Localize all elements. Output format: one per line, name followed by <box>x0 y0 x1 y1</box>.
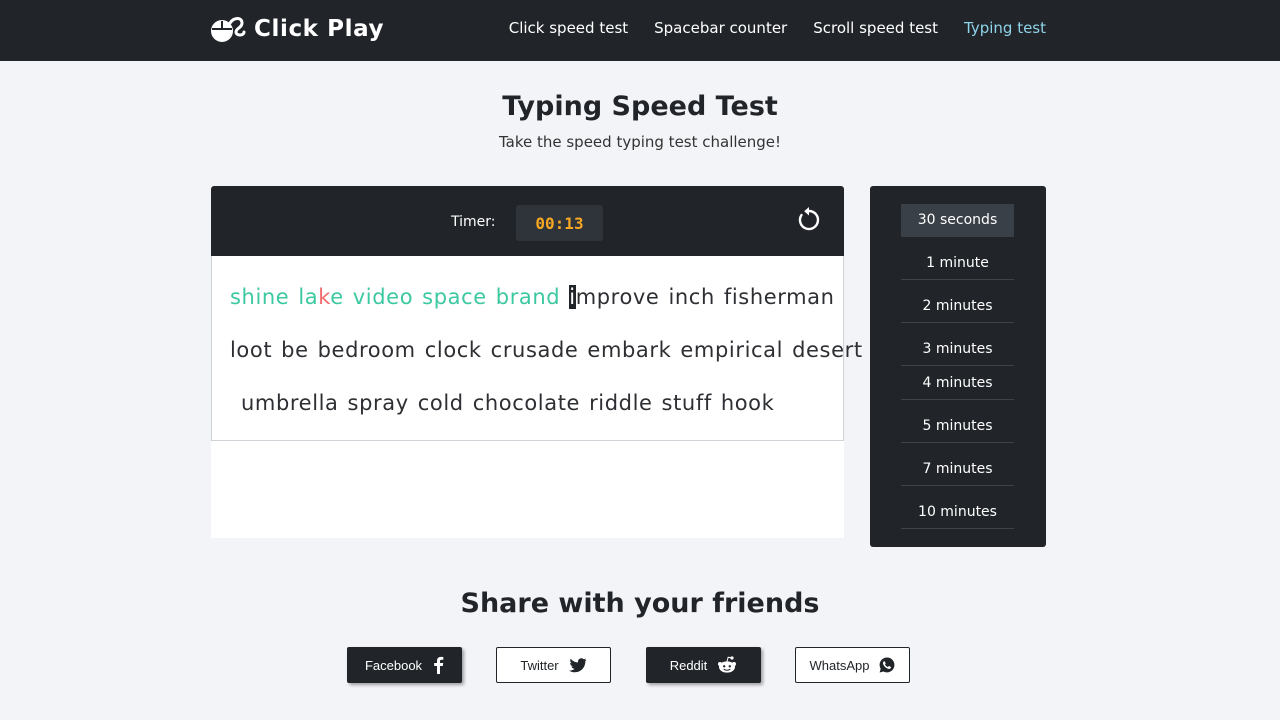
timer-display: 00:13 <box>516 205 603 241</box>
pending-word: empirical <box>680 338 784 362</box>
pending-word: crusade <box>490 338 579 362</box>
timer-label: Timer: <box>451 214 496 230</box>
duration-option-10-minutes[interactable]: 10 minutes <box>901 497 1014 529</box>
twitter-share-button[interactable]: Twitter <box>496 647 611 683</box>
word-fragment: la <box>298 285 319 309</box>
words-line-1: shine lake video space brand improve inch fishe… <box>230 282 834 335</box>
twitter-icon <box>568 657 587 672</box>
facebook-icon <box>434 656 444 674</box>
typed-word: brand <box>495 285 561 309</box>
reset-icon[interactable] <box>796 207 822 233</box>
duration-option-1-minute[interactable]: 1 minute <box>901 248 1014 280</box>
top-navbar: Click Play Click speed test Spacebar cou… <box>0 0 1280 61</box>
duration-option-3-minutes[interactable]: 3 minutes <box>901 334 1014 366</box>
reddit-share-button[interactable]: Reddit <box>646 647 761 683</box>
typed-word-with-error: lake <box>298 282 343 312</box>
words-line-3: umbrella spray cold chocolate riddle stuff hoo… <box>230 388 831 441</box>
reddit-button-label: Reddit <box>669 657 708 673</box>
pending-word: spray <box>347 391 409 415</box>
wrong-character: k <box>318 285 331 309</box>
current-word: improve <box>569 282 659 312</box>
word-fragment: mprove <box>575 285 660 309</box>
duration-option-7-minutes[interactable]: 7 minutes <box>901 454 1014 486</box>
words-display[interactable]: shine lake video space brand improve inch fishe… <box>211 256 862 441</box>
nav-links: Click speed test Spacebar counter Scroll… <box>509 0 1046 56</box>
share-title: Share with your friends <box>460 588 820 619</box>
whatsapp-share-button[interactable]: WhatsApp <box>795 647 910 683</box>
nav-link-click-speed-test[interactable]: Click speed test <box>509 19 628 37</box>
typed-word: shine <box>230 285 290 309</box>
typed-word: video <box>352 285 414 309</box>
whatsapp-button-label: WhatsApp <box>809 657 870 673</box>
nav-link-typing-test[interactable]: Typing test <box>964 19 1046 37</box>
typing-test-panel: Timer: 00:13 shine lake video space brand imp… <box>211 186 862 538</box>
nav-link-scroll-speed-test[interactable]: Scroll speed test <box>813 19 938 37</box>
pending-word: inch <box>668 285 715 309</box>
pending-word: desert <box>792 338 863 362</box>
reddit-icon <box>718 656 737 673</box>
duration-option-30-seconds[interactable]: 30 seconds <box>901 204 1014 237</box>
duration-option-4-minutes[interactable]: 4 minutes <box>901 368 1014 400</box>
pending-word: clock <box>424 338 482 362</box>
pending-word: loot <box>230 338 273 362</box>
nav-link-spacebar-counter[interactable]: Spacebar counter <box>654 19 787 37</box>
brand-logo-link[interactable]: Click Play <box>210 12 384 46</box>
word-fragment: e <box>330 285 344 309</box>
duration-selector: 30 seconds 1 minute 2 minutes 3 minutes … <box>870 186 1046 547</box>
pending-word: bedroom <box>317 338 416 362</box>
pending-word: be <box>281 338 309 362</box>
test-header: Timer: 00:13 <box>211 186 844 256</box>
duration-option-2-minutes[interactable]: 2 minutes <box>901 291 1014 323</box>
brand-name: Click Play <box>254 16 385 42</box>
page-title: Typing Speed Test <box>502 91 778 122</box>
pending-word: hook <box>720 391 775 415</box>
pending-word: umbrella <box>241 391 339 415</box>
pending-word: fisherman <box>723 285 835 309</box>
typed-word: space <box>422 285 487 309</box>
facebook-share-button[interactable]: Facebook <box>347 647 462 683</box>
facebook-button-label: Facebook <box>364 657 423 673</box>
mouse-logo-icon <box>211 17 246 42</box>
words-line-2: loot be bedroom clock crusade embark empirical… <box>230 335 862 388</box>
whatsapp-icon <box>880 657 895 673</box>
pending-word: chocolate <box>472 391 581 415</box>
pending-word: riddle <box>589 391 653 415</box>
pending-word: stuff <box>661 391 712 415</box>
duration-option-5-minutes[interactable]: 5 minutes <box>901 411 1014 443</box>
pending-word: embark <box>587 338 672 362</box>
pending-word: cold <box>417 391 464 415</box>
page-subtitle: Take the speed typing test challenge! <box>498 133 782 151</box>
twitter-button-label: Twitter <box>520 657 559 673</box>
